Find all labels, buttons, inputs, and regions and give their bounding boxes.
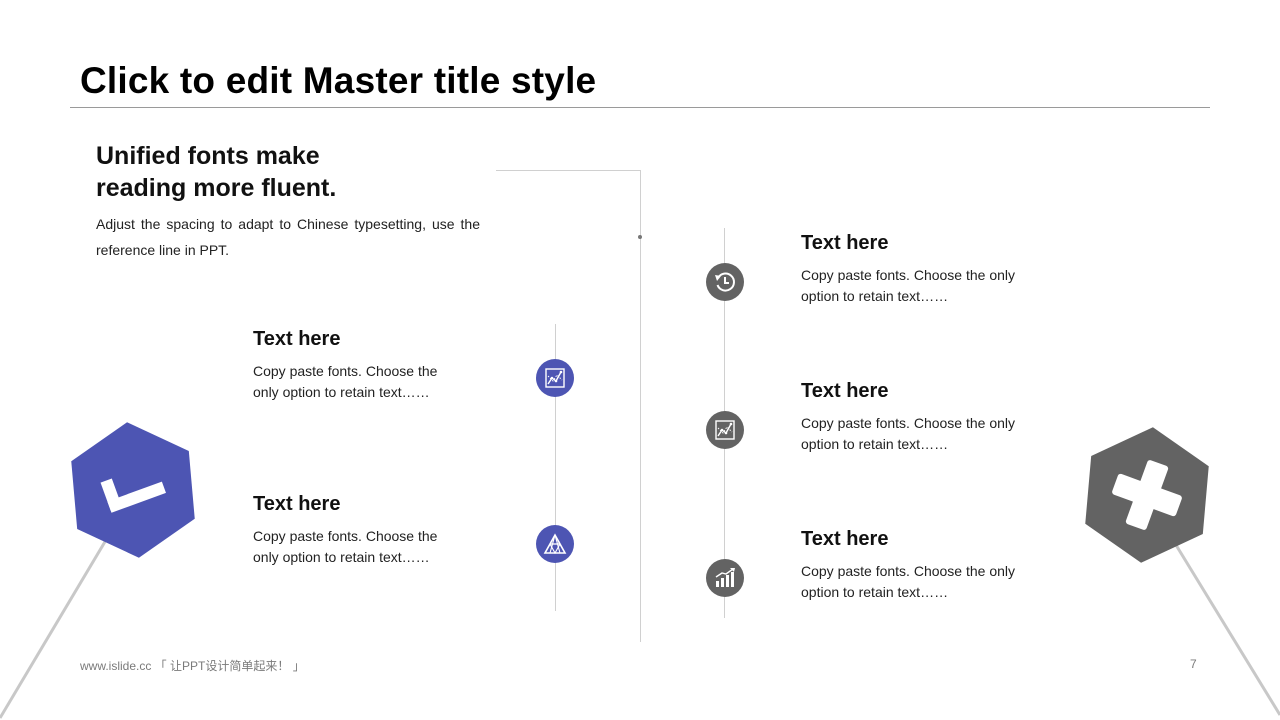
left-hexagon bbox=[71, 422, 195, 558]
footer-text: www.islide.cc 「 让PPT设计简单起来！ 」 bbox=[80, 659, 305, 673]
page-number: 7 bbox=[1190, 657, 1197, 671]
right-hexagon bbox=[1085, 427, 1209, 563]
decor-layer bbox=[0, 422, 1280, 719]
right-leader-line bbox=[1174, 544, 1280, 716]
left-leader-line bbox=[0, 539, 108, 719]
